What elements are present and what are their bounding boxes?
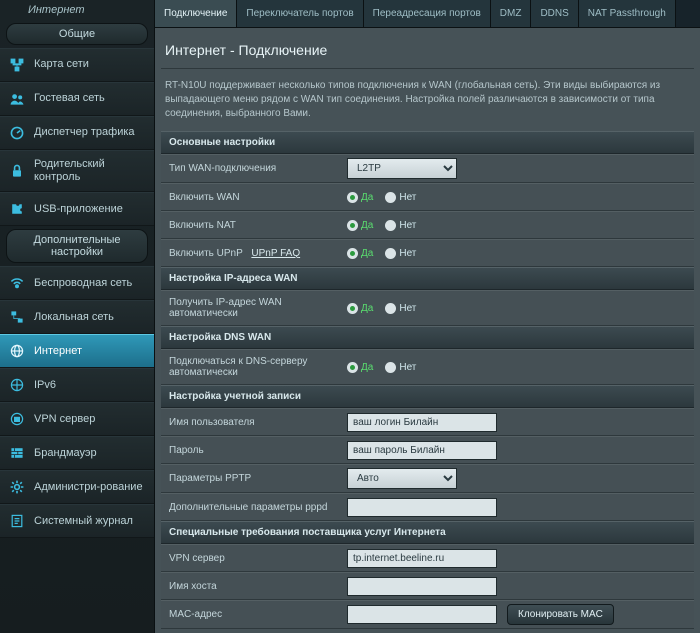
- lock-icon: [8, 162, 26, 180]
- label-password: Пароль: [161, 439, 341, 462]
- guest-net-icon: [8, 90, 26, 108]
- sidebar-header-general: Общие: [6, 23, 148, 45]
- label-wan-type: Тип WAN-подключения: [161, 157, 341, 180]
- network-map-icon: [8, 56, 26, 74]
- input-mac[interactable]: [347, 605, 497, 624]
- label-enable-wan: Включить WAN: [161, 186, 341, 209]
- radio-enable-wan[interactable]: Да Нет: [347, 192, 416, 203]
- sidebar-item-label: Локальная сеть: [34, 311, 146, 324]
- section-isp: Специальные требования поставщика услуг …: [161, 521, 694, 544]
- radio-no[interactable]: Нет: [385, 303, 416, 314]
- sidebar-advanced-item-6[interactable]: Администри-рование: [0, 470, 154, 504]
- sidebar-item-label: Беспроводная сеть: [34, 277, 146, 290]
- sidebar-item-label: VPN сервер: [34, 413, 146, 426]
- radio-auto-dns[interactable]: Да Нет: [347, 362, 416, 373]
- sidebar-general-item-1[interactable]: Гостевая сеть: [0, 82, 154, 116]
- firewall-icon: [8, 444, 26, 462]
- select-wan-type[interactable]: L2TP: [347, 158, 457, 179]
- sidebar-item-label: Администри-рование: [34, 481, 146, 494]
- sidebar-item-label: Интернет: [34, 345, 146, 358]
- ipv6-icon: [8, 376, 26, 394]
- sidebar-header-advanced: Дополнительные настройки: [6, 229, 148, 263]
- sidebar-advanced-item-3[interactable]: IPv6: [0, 368, 154, 402]
- label-vpn-server: VPN сервер: [161, 547, 341, 570]
- radio-yes[interactable]: Да: [347, 362, 373, 373]
- sidebar-item-label: Диспетчер трафика: [34, 126, 146, 139]
- sidebar-item-label: Гостевая сеть: [34, 92, 146, 105]
- sidebar-item-label: Родительский контроль: [34, 158, 146, 184]
- vpn-icon: [8, 410, 26, 428]
- sidebar-advanced-item-4[interactable]: VPN сервер: [0, 402, 154, 436]
- wifi-icon: [8, 274, 26, 292]
- input-hostname[interactable]: [347, 577, 497, 596]
- label-hostname: Имя хоста: [161, 575, 341, 598]
- radio-no[interactable]: Нет: [385, 220, 416, 231]
- tab-1[interactable]: Переключатель портов: [237, 0, 363, 27]
- radio-no[interactable]: Нет: [385, 248, 416, 259]
- sidebar-item-label: Брандмауэр: [34, 447, 146, 460]
- button-clone-mac[interactable]: Клонировать MAC: [507, 604, 614, 625]
- input-username[interactable]: [347, 413, 497, 432]
- select-pptp[interactable]: Авто: [347, 468, 457, 489]
- admin-icon: [8, 478, 26, 496]
- radio-no[interactable]: Нет: [385, 362, 416, 373]
- input-pppd-extra[interactable]: [347, 498, 497, 517]
- link-upnp-faq[interactable]: UPnP FAQ: [251, 248, 300, 259]
- sidebar-advanced-item-1[interactable]: Локальная сеть: [0, 300, 154, 334]
- sidebar-item-label: Карта сети: [34, 58, 146, 71]
- label-username: Имя пользователя: [161, 411, 341, 434]
- radio-no[interactable]: Нет: [385, 192, 416, 203]
- radio-yes[interactable]: Да: [347, 220, 373, 231]
- label-auto-dns: Подключаться к DNS-серверу автоматически: [161, 350, 341, 384]
- sidebar-general-item-2[interactable]: Диспетчер трафика: [0, 116, 154, 150]
- lan-icon: [8, 308, 26, 326]
- globe-icon: [8, 342, 26, 360]
- traffic-icon: [8, 124, 26, 142]
- label-enable-nat: Включить NAT: [161, 214, 341, 237]
- page-description: RT-N10U поддерживает несколько типов под…: [161, 69, 694, 131]
- tab-0[interactable]: Подключение: [155, 0, 237, 27]
- sidebar-general-item-4[interactable]: USB-приложение: [0, 192, 154, 226]
- label-pptp: Параметры PPTP: [161, 467, 341, 490]
- section-account: Настройка учетной записи: [161, 385, 694, 408]
- label-mac: MAC-адрес: [161, 603, 341, 626]
- sidebar-top-internet: Интернет: [0, 0, 154, 20]
- section-dns: Настройка DNS WAN: [161, 326, 694, 349]
- radio-enable-nat[interactable]: Да Нет: [347, 220, 416, 231]
- radio-yes[interactable]: Да: [347, 192, 373, 203]
- section-basic: Основные настройки: [161, 131, 694, 154]
- log-icon: [8, 512, 26, 530]
- sidebar-advanced-item-5[interactable]: Брандмауэр: [0, 436, 154, 470]
- tab-2[interactable]: Переадресация портов: [364, 0, 491, 27]
- sidebar-item-label: Системный журнал: [34, 515, 146, 528]
- radio-yes[interactable]: Да: [347, 303, 373, 314]
- sidebar-advanced-item-2[interactable]: Интернет: [0, 334, 154, 368]
- radio-yes[interactable]: Да: [347, 248, 373, 259]
- sidebar-general-item-0[interactable]: Карта сети: [0, 48, 154, 82]
- page-title: Интернет - Подключение: [161, 34, 694, 69]
- section-wan-ip: Настройка IP-адреса WAN: [161, 267, 694, 290]
- sidebar-advanced-item-7[interactable]: Системный журнал: [0, 504, 154, 538]
- tab-5[interactable]: NAT Passthrough: [579, 0, 676, 27]
- tab-4[interactable]: DDNS: [531, 0, 578, 27]
- input-password[interactable]: [347, 441, 497, 460]
- tabs-bar: ПодключениеПереключатель портовПереадрес…: [155, 0, 700, 28]
- sidebar-item-label: IPv6: [34, 379, 146, 392]
- puzzle-icon: [8, 200, 26, 218]
- label-auto-ip: Получить IP-адрес WAN автоматически: [161, 291, 341, 325]
- radio-auto-ip[interactable]: Да Нет: [347, 303, 416, 314]
- tab-3[interactable]: DMZ: [491, 0, 532, 27]
- sidebar-item-label: USB-приложение: [34, 203, 146, 216]
- radio-enable-upnp[interactable]: Да Нет: [347, 248, 416, 259]
- label-pppd-extra: Дополнительные параметры pppd: [161, 496, 341, 519]
- label-enable-upnp: Включить UPnP UPnP FAQ: [161, 242, 341, 265]
- sidebar-advanced-item-0[interactable]: Беспроводная сеть: [0, 266, 154, 300]
- input-vpn-server[interactable]: [347, 549, 497, 568]
- sidebar-general-item-3[interactable]: Родительский контроль: [0, 150, 154, 192]
